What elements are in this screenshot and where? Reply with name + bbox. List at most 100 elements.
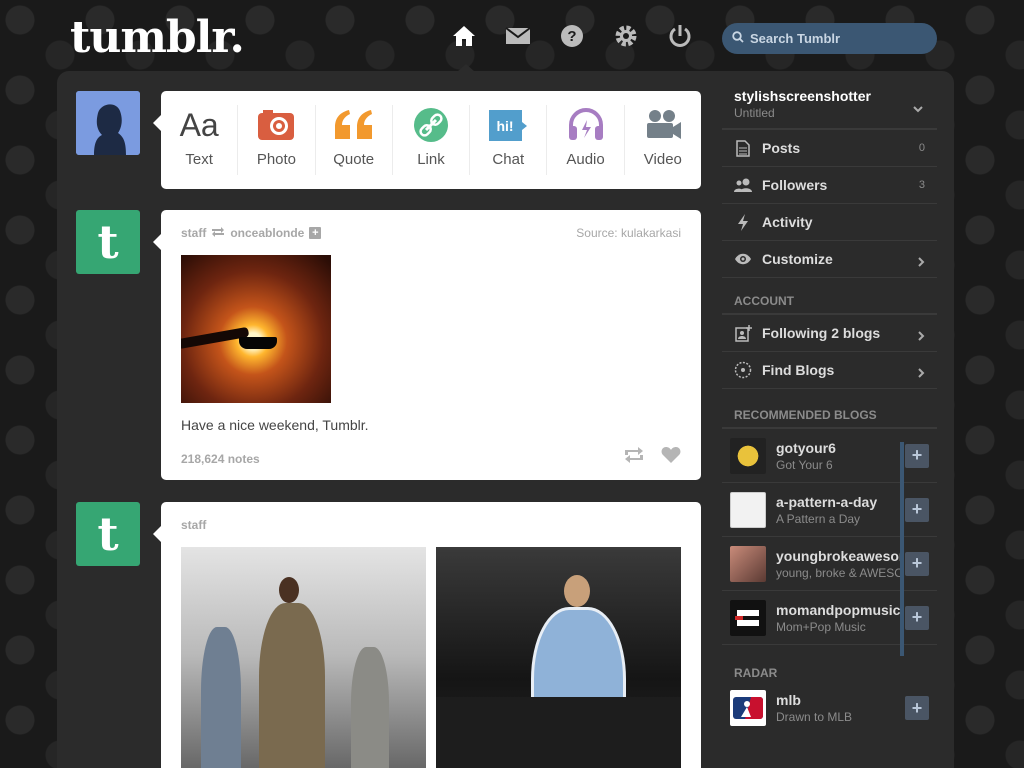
blog-name: gotyour6 [776, 439, 836, 456]
reblog-source[interactable]: onceablonde [230, 226, 304, 240]
sidebar-item-followers[interactable]: Followers 3 [722, 167, 937, 204]
reblog-small-icon [211, 226, 225, 240]
blog-switcher[interactable]: stylishscreenshotter Untitled [722, 80, 937, 130]
power-icon[interactable] [666, 22, 694, 50]
chevron-down-icon [913, 100, 923, 118]
blog-subtitle: A Pattern a Day [776, 511, 861, 526]
sidebar-item-label: Followers [762, 177, 828, 193]
blog-name: momandpopmusic [776, 601, 901, 618]
sidebar-item-label: Following 2 blogs [762, 325, 881, 341]
post-type-label: Text [185, 151, 213, 168]
post-meta: staff [181, 518, 206, 532]
compass-icon [734, 361, 752, 379]
camera-icon [257, 105, 295, 145]
post-type-label: Photo [256, 151, 297, 168]
post-type-audio[interactable]: Audio [547, 105, 625, 175]
post-source-label: Source: [576, 226, 618, 240]
post-photo[interactable] [436, 547, 681, 768]
post-type-link[interactable]: Link [393, 105, 471, 175]
post-type-text[interactable]: Aa Text [161, 105, 239, 175]
sidebar-item-activity[interactable]: Activity [722, 204, 937, 241]
post-type-label: Chat [492, 151, 525, 168]
recommended-heading: RECOMMENDED BLOGS [722, 389, 937, 429]
recommended-blog[interactable]: momandpopmusic Mom+Pop Music + [722, 591, 937, 645]
gear-icon[interactable] [612, 22, 640, 50]
blog-avatar [730, 545, 766, 582]
video-icon [644, 105, 682, 145]
blog-avatar [730, 690, 766, 726]
post-photo[interactable] [181, 547, 426, 768]
search-input[interactable] [750, 31, 920, 46]
follow-button[interactable]: + [905, 497, 929, 522]
post-type-video[interactable]: Video [625, 105, 701, 175]
photo-figure [201, 627, 241, 768]
photo-figure [564, 575, 590, 607]
blog-subtitle: Untitled [734, 106, 775, 120]
follow-button[interactable]: + [905, 443, 929, 468]
top-nav: ? [450, 22, 694, 50]
sidebar-item-customize[interactable]: Customize [722, 241, 937, 278]
recommended-scrollbar[interactable] [900, 442, 904, 656]
user-avatar[interactable] [76, 91, 140, 155]
post-type-photo[interactable]: Photo [238, 105, 316, 175]
post-photo[interactable] [181, 255, 331, 403]
blog-name: stylishscreenshotter [734, 88, 871, 104]
chevron-right-icon [918, 328, 925, 346]
blog-subtitle: Mom+Pop Music [776, 619, 866, 634]
sidebar-item-following[interactable]: Following 2 blogs [722, 315, 937, 352]
home-icon[interactable] [450, 22, 478, 50]
follow-button[interactable]: + [905, 605, 929, 630]
sidebar-item-posts[interactable]: Posts 0 [722, 130, 937, 167]
chat-icon: hi! [488, 105, 528, 145]
photo-sunglasses [239, 337, 277, 349]
post-type-label: Video [643, 151, 682, 168]
sidebar-item-label: Find Blogs [762, 362, 835, 378]
sidebar-item-label: Activity [762, 214, 813, 230]
post-type-label: Audio [566, 151, 605, 168]
like-heart-icon[interactable] [661, 446, 681, 469]
blog-subtitle: Got Your 6 [776, 457, 833, 472]
post-notes[interactable]: 218,624 notes [181, 452, 260, 466]
photo-figure [259, 603, 325, 768]
help-icon[interactable]: ? [558, 22, 586, 50]
recommended-blog[interactable]: youngbrokeawesomeyoung, broke & AWESOME … [722, 537, 937, 591]
blog-subtitle: young, broke & AWESOME [776, 565, 901, 580]
post-author-avatar[interactable]: t [76, 502, 140, 566]
followers-icon [734, 176, 752, 194]
follow-button[interactable]: + [905, 696, 929, 720]
photo-figure [351, 647, 389, 768]
post-type-label: Quote [333, 151, 375, 168]
chevron-right-icon [918, 254, 925, 272]
blog-avatar [730, 437, 766, 474]
sidebar-item-find-blogs[interactable]: Find Blogs [722, 352, 937, 389]
follow-plus-icon[interactable]: + [309, 227, 322, 239]
blog-name: youngbrokeawesome [776, 547, 901, 564]
follow-button[interactable]: + [905, 551, 929, 576]
link-icon [413, 105, 449, 145]
sidebar-item-label: Customize [762, 251, 833, 267]
recommended-blog[interactable]: gotyour6 Got Your 6 + [722, 429, 937, 483]
post-composer: Aa Text Photo Quote Link hi! Chat Audio [153, 91, 701, 189]
post-author[interactable]: staff [181, 518, 206, 532]
svg-text:?: ? [567, 28, 576, 45]
post-author-avatar[interactable]: t [76, 210, 140, 274]
post-source[interactable]: Source: kulakarkasi [576, 226, 681, 240]
recommended-blog[interactable]: a-pattern-a-day A Pattern a Day + [722, 483, 937, 537]
text-icon: Aa [179, 106, 219, 143]
post-caption: Have a nice weekend, Tumblr. [181, 417, 369, 433]
photo-audience [436, 697, 681, 768]
search-icon [732, 30, 744, 48]
mail-icon[interactable] [504, 22, 532, 50]
tumblr-logo[interactable]: tumblr. [70, 12, 245, 63]
blog-avatar [730, 491, 766, 528]
radar-blog[interactable]: mlb Drawn to MLB + [722, 685, 937, 731]
post-author[interactable]: staff [181, 226, 206, 240]
search-box[interactable] [722, 23, 937, 54]
post-type-quote[interactable]: Quote [316, 105, 393, 175]
blog-subtitle: Drawn to MLB [776, 710, 853, 724]
post-source-link[interactable]: kulakarkasi [621, 226, 681, 240]
account-heading: ACCOUNT [722, 278, 937, 315]
headphones-icon [567, 105, 605, 145]
post-type-chat[interactable]: hi! Chat [470, 105, 548, 175]
reblog-icon[interactable] [623, 446, 645, 469]
